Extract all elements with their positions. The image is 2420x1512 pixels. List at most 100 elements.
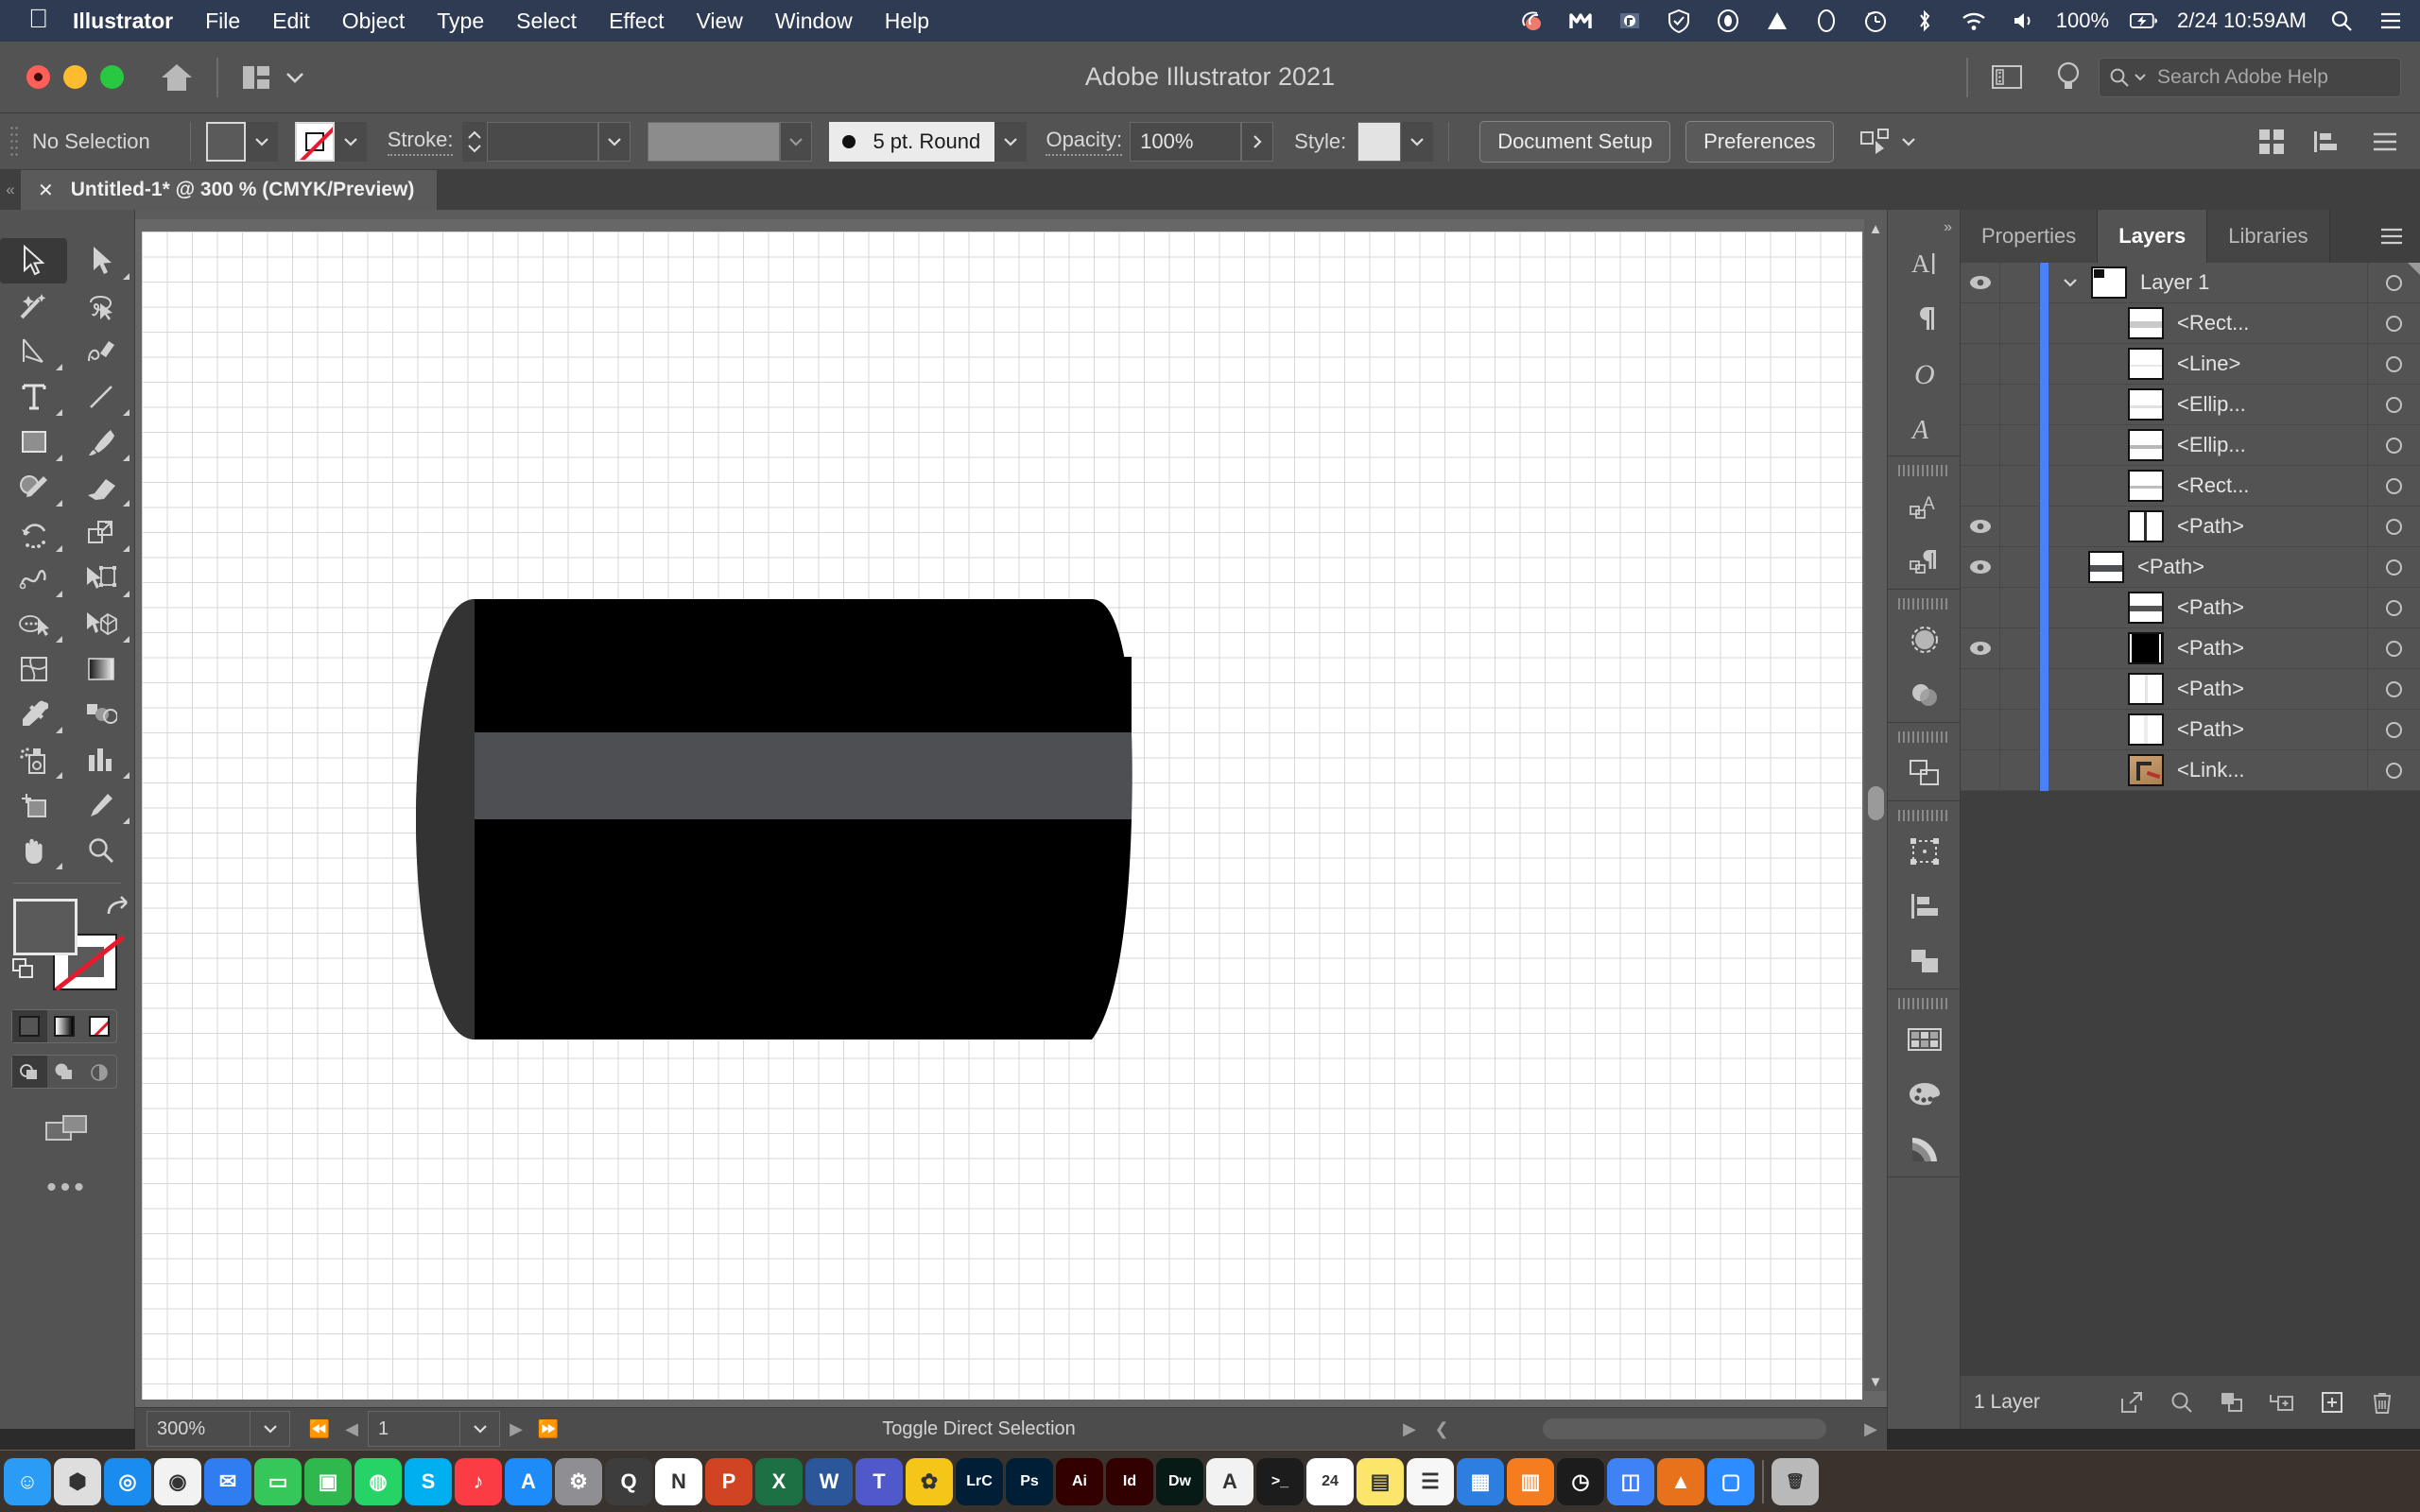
- chevron-down-icon[interactable]: [994, 121, 1028, 162]
- stroke-weight-field[interactable]: [487, 121, 599, 162]
- draw-normal-icon[interactable]: [12, 1056, 47, 1088]
- previous-artboard-icon[interactable]: ◀: [336, 1411, 368, 1447]
- layer-row-rect-1[interactable]: <Rect...: [1961, 302, 2420, 344]
- curvature-tool[interactable]: [67, 329, 134, 374]
- clock-icon[interactable]: ◷: [1557, 1457, 1604, 1505]
- opacity-options-icon[interactable]: [1241, 121, 1274, 162]
- menu-item-window[interactable]: Window: [775, 9, 853, 34]
- shield-check-icon[interactable]: [1665, 7, 1693, 35]
- type-tool[interactable]: [0, 374, 67, 420]
- photos-icon[interactable]: ✿: [906, 1457, 953, 1505]
- artboard-tool[interactable]: [0, 782, 67, 828]
- vertical-scrollbar[interactable]: ▲ ▼: [1864, 219, 1887, 1391]
- draw-inside-icon[interactable]: [81, 1056, 116, 1088]
- panel-group-grip[interactable]: [1888, 809, 1960, 822]
- triangle-icon[interactable]: [1763, 7, 1791, 35]
- opentype-panel-icon[interactable]: O: [1888, 346, 1962, 401]
- visibility-toggle[interactable]: [1961, 587, 2000, 628]
- rotate-tool[interactable]: [0, 510, 67, 556]
- lock-toggle[interactable]: [2000, 668, 2040, 710]
- layer-row-path-1[interactable]: <Path>: [1961, 506, 2420, 547]
- next-artboard-icon[interactable]: ▶: [500, 1411, 532, 1447]
- dreamweaver-icon[interactable]: Dw: [1156, 1457, 1203, 1505]
- new-layer-icon[interactable]: [2307, 1390, 2357, 1415]
- acrobat-icon[interactable]: A: [1206, 1457, 1253, 1505]
- lock-toggle[interactable]: [2000, 262, 2040, 303]
- layer-name[interactable]: <Line>: [2177, 352, 2367, 376]
- delete-layer-icon[interactable]: [2357, 1390, 2407, 1415]
- align-icon[interactable]: [2312, 129, 2344, 155]
- layer-row-ellipse-2[interactable]: <Ellip...: [1961, 424, 2420, 466]
- fill-swatch[interactable]: [205, 121, 246, 162]
- control-center-icon[interactable]: [2377, 7, 2405, 35]
- eyedropper-tool[interactable]: [0, 692, 67, 737]
- finder-icon[interactable]: ☺: [4, 1457, 51, 1505]
- menubar-clock[interactable]: 2/24 10:59AM: [2177, 9, 2307, 33]
- status-menu-icon[interactable]: ❮: [1426, 1411, 1458, 1447]
- paragraph-styles-panel-icon[interactable]: [1888, 534, 1962, 589]
- preferences-button[interactable]: Preferences: [1685, 120, 1834, 163]
- chevron-down-icon[interactable]: [245, 121, 278, 162]
- panel-menu-icon[interactable]: [2363, 210, 2420, 263]
- panel-group-grip[interactable]: [1888, 997, 1960, 1010]
- chrome-icon[interactable]: ◉: [154, 1457, 201, 1505]
- collapse-panels-icon[interactable]: «: [0, 170, 21, 210]
- photoshop-icon[interactable]: Ps: [1006, 1457, 1053, 1505]
- panel-menu-icon[interactable]: [2371, 129, 2399, 154]
- target-indicator[interactable]: [2367, 302, 2420, 344]
- system-preferences-icon[interactable]: ⚙: [555, 1457, 602, 1505]
- indesign-icon[interactable]: Id: [1106, 1457, 1153, 1505]
- visibility-toggle[interactable]: [1961, 627, 2000, 669]
- control-bar-grip[interactable]: [9, 124, 19, 159]
- ellipse-icon[interactable]: [1812, 7, 1841, 35]
- layer-row-path-4[interactable]: <Path>: [1961, 627, 2420, 669]
- maximize-window-button[interactable]: [100, 65, 124, 89]
- paragraph-panel-icon[interactable]: [1888, 291, 1962, 346]
- layer-name[interactable]: <Path>: [2177, 717, 2367, 742]
- swatches-panel-icon[interactable]: [1888, 1012, 1962, 1067]
- artboard-number-field[interactable]: 1: [368, 1411, 460, 1447]
- document-tab[interactable]: ✕ Untitled-1* @ 300 % (CMYK/Preview): [21, 170, 438, 210]
- keynote-icon[interactable]: ▦: [1457, 1457, 1504, 1505]
- artboard[interactable]: [142, 232, 1862, 1400]
- none-button[interactable]: [81, 1010, 116, 1042]
- character-panel-icon[interactable]: A: [1888, 236, 1962, 291]
- lock-toggle[interactable]: [2000, 384, 2040, 425]
- appstore-icon[interactable]: A: [505, 1457, 552, 1505]
- target-indicator[interactable]: [2367, 546, 2420, 588]
- visibility-toggle[interactable]: [1961, 749, 2000, 791]
- layer-row-path-6[interactable]: <Path>: [1961, 709, 2420, 750]
- layer-row-ellipse-1[interactable]: <Ellip...: [1961, 384, 2420, 425]
- paintbrush-tool[interactable]: [67, 420, 134, 465]
- shaper-pencil-tool[interactable]: [0, 465, 67, 510]
- close-icon[interactable]: ✕: [38, 179, 54, 202]
- target-indicator[interactable]: [2367, 587, 2420, 628]
- chevron-down-icon[interactable]: [251, 1411, 290, 1447]
- menu-item-type[interactable]: Type: [437, 9, 484, 34]
- menu-item-effect[interactable]: Effect: [609, 9, 664, 34]
- minimize-window-button[interactable]: [63, 65, 87, 89]
- select-similar-options-icon[interactable]: [1858, 128, 1891, 156]
- target-indicator[interactable]: [2367, 627, 2420, 669]
- target-indicator[interactable]: [2367, 709, 2420, 750]
- new-sublayer-icon[interactable]: [2256, 1391, 2307, 1414]
- cylinder-artwork[interactable]: [416, 562, 1153, 1077]
- zoom-level-field[interactable]: 300%: [147, 1411, 251, 1447]
- wifi-icon[interactable]: [1960, 7, 1988, 35]
- direct-selection-tool[interactable]: [67, 238, 134, 284]
- visibility-toggle[interactable]: [1961, 302, 2000, 344]
- stroke-profile-field[interactable]: [648, 121, 781, 162]
- layer-row-layer1[interactable]: Layer 1: [1961, 262, 2420, 303]
- illustrator-icon[interactable]: Ai: [1056, 1457, 1103, 1505]
- gradient-button[interactable]: [47, 1010, 82, 1042]
- lock-toggle[interactable]: [2000, 709, 2040, 750]
- fill-color-swatch[interactable]: [13, 899, 78, 955]
- layer-row-linked-image[interactable]: <Link...: [1961, 749, 2420, 791]
- eraser-tool[interactable]: [67, 465, 134, 510]
- calendar-icon[interactable]: 24: [1306, 1457, 1354, 1505]
- zoom-tool[interactable]: [67, 828, 134, 873]
- skype-icon[interactable]: S: [405, 1457, 452, 1505]
- arrange-grid-icon[interactable]: [2257, 128, 2286, 156]
- color-guide-panel-icon[interactable]: [1888, 1122, 1962, 1177]
- layer-row-path-3[interactable]: <Path>: [1961, 587, 2420, 628]
